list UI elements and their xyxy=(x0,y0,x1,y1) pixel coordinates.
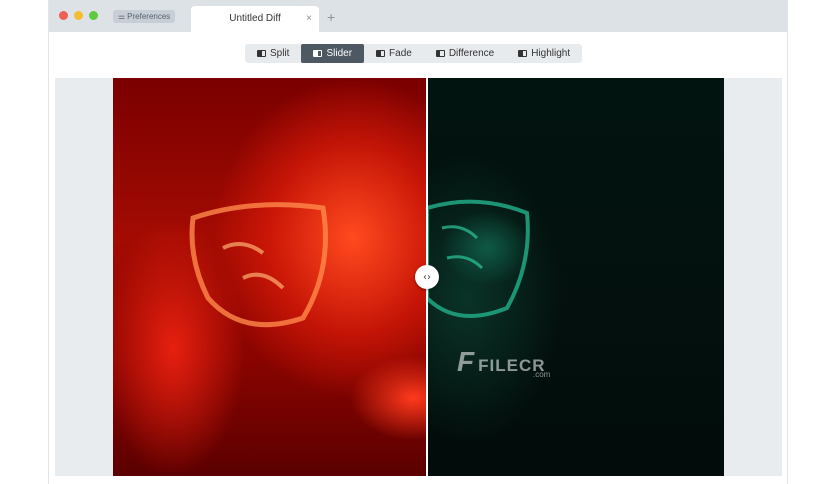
mode-toolbar: Split Slider Fade Difference Highlight xyxy=(245,44,583,63)
preferences-button[interactable]: ⚌ Preferences xyxy=(113,10,176,23)
mode-split-button[interactable]: Split xyxy=(245,44,301,63)
mode-label: Highlight xyxy=(531,48,571,59)
glasses-right-lens xyxy=(427,199,530,318)
mode-label: Slider xyxy=(326,48,353,59)
mode-label: Difference xyxy=(448,48,495,59)
comparison-stage: ‹› F FILECR .com xyxy=(55,78,782,476)
close-tab-icon[interactable]: × xyxy=(306,6,312,32)
drag-arrows-icon: ‹› xyxy=(423,271,431,283)
tab-title: Untitled Diff xyxy=(229,13,281,24)
slider-handle[interactable]: ‹› xyxy=(415,265,439,289)
split-icon xyxy=(257,50,266,57)
comparison-image[interactable]: ‹› F FILECR .com xyxy=(113,78,724,476)
modified-image-half xyxy=(427,78,724,476)
preferences-label: Preferences xyxy=(127,12,171,21)
mode-difference-button[interactable]: Difference xyxy=(424,44,506,63)
new-tab-button[interactable]: + xyxy=(327,8,335,26)
tab-untitled-diff[interactable]: Untitled Diff × xyxy=(191,6,319,32)
fade-icon xyxy=(376,50,386,57)
mode-fade-button[interactable]: Fade xyxy=(364,44,424,63)
glasses-left-lens xyxy=(189,202,328,328)
watermark-sub: .com xyxy=(533,370,551,379)
slider-icon xyxy=(313,50,323,57)
watermark: F FILECR .com xyxy=(457,346,550,380)
watermark-mark: F xyxy=(457,346,475,377)
mode-label: Fade xyxy=(389,48,412,59)
title-bar: ⚌ Preferences Untitled Diff × + xyxy=(49,0,787,32)
sliders-icon: ⚌ xyxy=(118,12,125,21)
mode-label: Split xyxy=(270,48,290,59)
mode-slider-button[interactable]: Slider xyxy=(301,44,365,63)
difference-icon xyxy=(435,50,445,57)
highlight-icon xyxy=(518,50,528,57)
minimize-window-button[interactable] xyxy=(74,11,83,20)
close-window-button[interactable] xyxy=(59,11,68,20)
mode-highlight-button[interactable]: Highlight xyxy=(506,44,582,63)
app-window: ⚌ Preferences Untitled Diff × + Split Sl… xyxy=(48,0,788,484)
original-image-half xyxy=(113,78,427,476)
zoom-window-button[interactable] xyxy=(89,11,98,20)
